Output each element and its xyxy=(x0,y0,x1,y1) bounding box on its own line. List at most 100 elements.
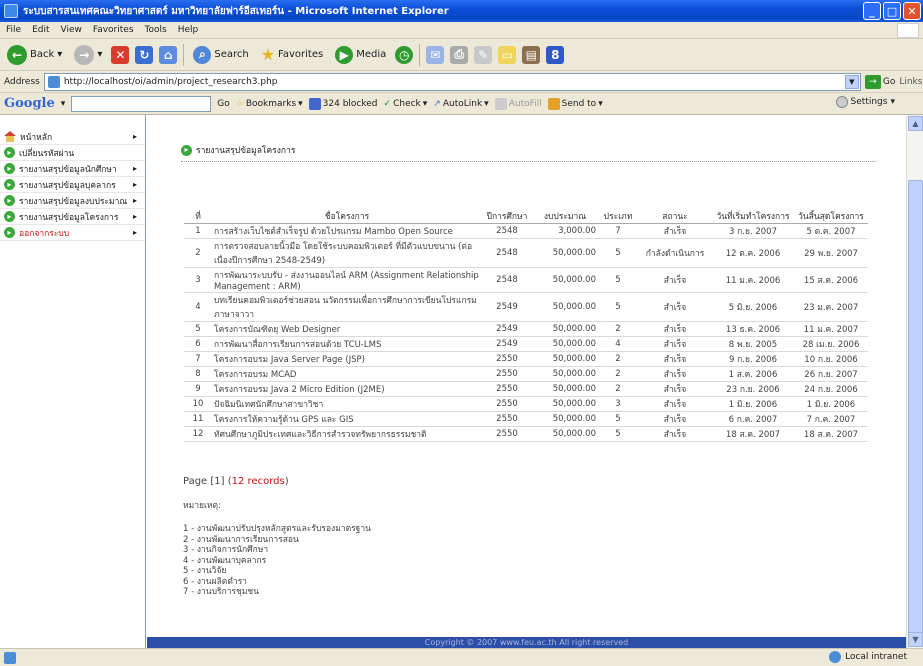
autolink-button[interactable]: ↗ AutoLink ▾ xyxy=(433,99,488,109)
sidebar-item-student-report[interactable]: ▸ รายงานสรุปข้อมูลนักศึกษา ▸ xyxy=(0,161,145,177)
popup-blocker-button[interactable]: 324 blocked xyxy=(308,97,378,110)
go-button[interactable]: → Go xyxy=(864,74,895,89)
links-button[interactable]: Links xyxy=(899,77,922,87)
chevron-right-icon: ▸ xyxy=(132,212,137,221)
home-icon[interactable]: ⌂ xyxy=(159,45,178,64)
cell-budget: 50,000.00 xyxy=(532,321,598,337)
table-row: 6 การพัฒนาสื่อการเรียนการสอนด้วย TCU-LMS 2… xyxy=(184,336,868,352)
blocker-icon xyxy=(308,97,321,110)
arrow-bullet-icon: ▸ xyxy=(4,163,15,174)
cell-type: 5 xyxy=(598,426,638,442)
menu-edit[interactable]: Edit xyxy=(32,25,49,35)
mail-icon[interactable]: ✉ xyxy=(426,45,445,64)
cell-no: 12 xyxy=(184,426,212,442)
cell-start-date: 6 ก.ค. 2007 xyxy=(712,411,794,427)
edit-icon[interactable]: ✎ xyxy=(474,45,493,64)
send-to-button[interactable]: Send to ▾ xyxy=(547,97,603,110)
cell-budget: 50,000.00 xyxy=(532,238,598,268)
security-zone: Local intranet xyxy=(829,651,907,663)
back-button[interactable]: ← Back ▾ xyxy=(4,42,65,68)
scroll-up-icon[interactable]: ▲ xyxy=(908,116,923,131)
sidebar-item-personnel-report[interactable]: ▸ รายงานสรุปข้อมูลบุคลากร ▸ xyxy=(0,177,145,193)
col-header-project-name: ชื่อโครงการ xyxy=(212,209,482,224)
address-input[interactable]: http://localhost/oi/admin/project_resear… xyxy=(43,72,861,91)
stop-icon[interactable]: ✕ xyxy=(111,45,130,64)
chevron-right-icon: ▸ xyxy=(132,180,137,189)
scroll-down-icon[interactable]: ▼ xyxy=(908,632,923,647)
scroll-thumb[interactable] xyxy=(908,180,923,645)
bookmarks-button[interactable]: ☆ Bookmarks ▾ xyxy=(236,99,303,109)
minimize-button[interactable]: _ xyxy=(863,2,881,20)
cell-end-date: 1 มิ.ย. 2006 xyxy=(794,396,868,412)
cell-status: สำเร็จ xyxy=(638,366,712,382)
cell-start-date: 12 ต.ค. 2006 xyxy=(712,238,794,268)
chevron-right-icon: ▸ xyxy=(132,164,137,173)
forward-button[interactable]: → ▾ xyxy=(71,42,105,68)
send-icon xyxy=(547,97,560,110)
menu-view[interactable]: View xyxy=(61,25,82,35)
address-bar: Address http://localhost/oi/admin/projec… xyxy=(0,71,923,93)
media-button[interactable]: ▶ Media xyxy=(332,42,389,68)
google-go-button[interactable]: Go xyxy=(217,99,229,109)
arrow-bullet-icon: ▸ xyxy=(4,195,15,206)
autofill-button[interactable]: AutoFill xyxy=(494,97,542,110)
google-logo[interactable]: Google xyxy=(4,96,55,111)
cell-budget: 50,000.00 xyxy=(532,292,598,322)
note-item: 1 - งานพัฒนาปรับปรุงหลักสูตรและรับรองมาต… xyxy=(183,524,371,534)
cell-year: 2549 xyxy=(482,336,532,352)
menu-tools[interactable]: Tools xyxy=(145,25,167,35)
spellcheck-button[interactable]: ✓ Check ▾ xyxy=(384,99,428,109)
address-label: Address xyxy=(4,76,40,87)
intranet-globe-icon xyxy=(829,651,842,663)
cell-status: สำเร็จ xyxy=(638,267,712,293)
cell-status: สำเร็จ xyxy=(638,426,712,442)
type-notes: 1 - งานพัฒนาปรับปรุงหลักสูตรและรับรองมาต… xyxy=(183,524,371,598)
main-content: ▸ รายงานสรุปข้อมูลโครงการ ที่ ชื่อโครงกา… xyxy=(147,115,906,648)
cell-end-date: 26 ก.ย. 2007 xyxy=(794,366,868,382)
search-button[interactable]: ⌕ Search xyxy=(190,42,251,68)
sidebar-item-project-report[interactable]: ▸ รายงานสรุปข้อมูลโครงการ ▸ xyxy=(0,209,145,225)
cell-no: 2 xyxy=(184,238,212,268)
copyright-footer: Copyright © 2007 www.feu.ac.th All right… xyxy=(147,637,906,648)
favorites-button[interactable]: ★ Favorites xyxy=(258,42,327,68)
cell-budget: 50,000.00 xyxy=(532,366,598,382)
sidebar-item-logout[interactable]: ▸ ออกจากระบบ ▸ xyxy=(0,225,145,241)
research-icon[interactable]: ▤ xyxy=(522,45,541,64)
sidebar-item-home[interactable]: หน้าหลัก ▸ xyxy=(0,129,145,145)
print-icon[interactable]: ⎙ xyxy=(450,45,469,64)
menu-favorites[interactable]: Favorites xyxy=(93,25,134,35)
menu-help[interactable]: Help xyxy=(178,25,199,35)
star-icon: ★ xyxy=(260,45,276,64)
note-item: 2 - งานพัฒนาการเรียนการสอน xyxy=(183,534,299,545)
refresh-icon[interactable]: ↻ xyxy=(135,45,154,64)
sidebar-item-budget-report[interactable]: ▸ รายงานสรุปข้อมูลงบประมาณ ▸ xyxy=(0,193,145,209)
cell-project-name: โครงการอบรม Java 2 Micro Edition (J2ME) xyxy=(212,381,482,397)
maximize-button[interactable]: □ xyxy=(883,2,901,20)
home-icon xyxy=(4,131,16,142)
close-button[interactable]: ✕ xyxy=(903,2,921,20)
cell-end-date: 7 ก.ค. 2007 xyxy=(794,411,868,427)
page-status-icon xyxy=(4,651,16,664)
cell-year: 2548 xyxy=(482,238,532,268)
cell-end-date: 18 ส.ค. 2007 xyxy=(794,426,868,442)
cell-start-date: 23 ก.ย. 2006 xyxy=(712,381,794,397)
address-dropdown-icon[interactable]: ▼ xyxy=(844,74,859,89)
cell-no: 6 xyxy=(184,336,212,352)
cell-type: 2 xyxy=(598,381,638,397)
cell-year: 2548 xyxy=(482,223,532,239)
sidebar-item-change-password[interactable]: ▸ เปลี่ยนรหัสผ่าน xyxy=(0,145,145,161)
cell-status: สำเร็จ xyxy=(638,381,712,397)
col-header-no: ที่ xyxy=(184,209,212,224)
menu-file[interactable]: File xyxy=(6,25,21,35)
vertical-scrollbar[interactable]: ▲ ▼ xyxy=(906,115,923,648)
messenger-icon[interactable]: 8 xyxy=(546,45,565,64)
cell-status: สำเร็จ xyxy=(638,321,712,337)
cell-project-name: โครงการให้ความรู้ด้าน GPS และ GIS xyxy=(212,411,482,427)
cell-year: 2549 xyxy=(482,321,532,337)
settings-button[interactable]: Settings ▾ xyxy=(835,96,895,108)
arrow-bullet-icon: ▸ xyxy=(4,179,15,190)
folder-icon[interactable]: ▭ xyxy=(498,45,517,64)
google-search-input[interactable] xyxy=(71,95,212,112)
history-icon[interactable]: ◷ xyxy=(395,45,414,64)
cell-start-date: 13 ธ.ค. 2006 xyxy=(712,321,794,337)
